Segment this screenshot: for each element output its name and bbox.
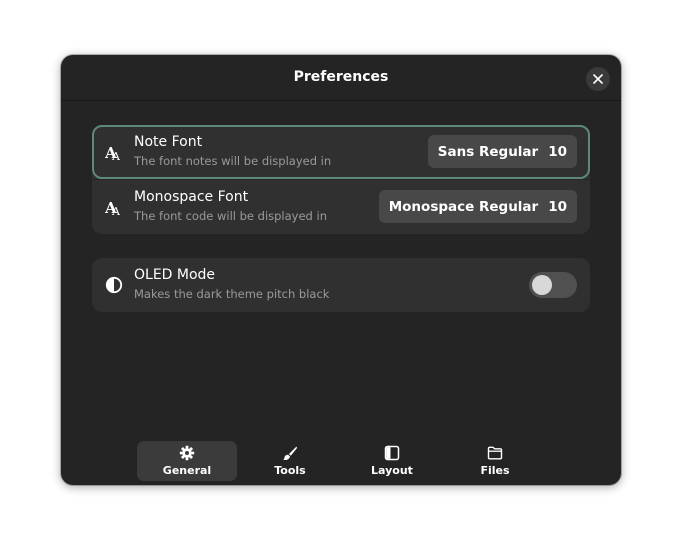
layout-icon — [384, 445, 400, 461]
tab-general-label: General — [162, 464, 212, 477]
contrast-icon — [105, 276, 123, 294]
tab-tools[interactable]: Tools — [240, 441, 340, 481]
svg-text:A: A — [111, 205, 121, 216]
tab-general[interactable]: General — [137, 441, 237, 481]
folder-icon — [487, 446, 503, 460]
monospace-font-button[interactable]: Monospace Regular 10 — [378, 190, 577, 223]
oled-mode-switch[interactable] — [529, 272, 577, 298]
tab-files-label: Files — [480, 464, 510, 477]
note-font-button[interactable]: Sans Regular 10 — [427, 135, 577, 168]
close-icon — [593, 74, 603, 84]
font-icon: A A — [105, 144, 121, 161]
fonts-group: A A Note Font The font notes will be dis… — [92, 125, 590, 234]
oled-mode-subtitle: Makes the dark theme pitch black — [134, 287, 330, 301]
gear-icon — [179, 445, 195, 461]
view-switcher-bar: General Tools Layout Files — [61, 441, 621, 485]
close-button[interactable] — [586, 67, 610, 91]
tab-layout-label: Layout — [371, 464, 413, 477]
monospace-font-name: Monospace Regular — [388, 198, 539, 215]
monospace-font-subtitle: The font code will be displayed in — [134, 209, 327, 223]
monospace-font-row[interactable]: A A Monospace Font The font code will be… — [92, 180, 590, 234]
preferences-dialog: Preferences A A Note Font The font notes… — [61, 55, 621, 485]
note-font-size: 10 — [548, 143, 567, 160]
font-icon: A A — [105, 199, 121, 216]
oled-mode-row[interactable]: OLED Mode Makes the dark theme pitch bla… — [92, 258, 590, 312]
monospace-font-title: Monospace Font — [134, 189, 249, 205]
tab-layout[interactable]: Layout — [342, 441, 442, 481]
header-bar: Preferences — [61, 55, 621, 101]
appearance-group: OLED Mode Makes the dark theme pitch bla… — [92, 258, 590, 312]
dialog-title: Preferences — [293, 69, 389, 85]
note-font-name: Sans Regular — [437, 143, 539, 160]
switch-knob — [532, 275, 552, 295]
note-font-subtitle: The font notes will be displayed in — [134, 154, 332, 168]
note-font-title: Note Font — [134, 134, 203, 150]
monospace-font-size: 10 — [548, 198, 567, 215]
brush-icon — [283, 446, 297, 460]
note-font-row[interactable]: A A Note Font The font notes will be dis… — [92, 125, 590, 179]
oled-mode-title: OLED Mode — [134, 267, 216, 283]
svg-text:A: A — [111, 150, 121, 161]
tab-tools-label: Tools — [274, 464, 306, 477]
tab-files[interactable]: Files — [445, 441, 545, 481]
